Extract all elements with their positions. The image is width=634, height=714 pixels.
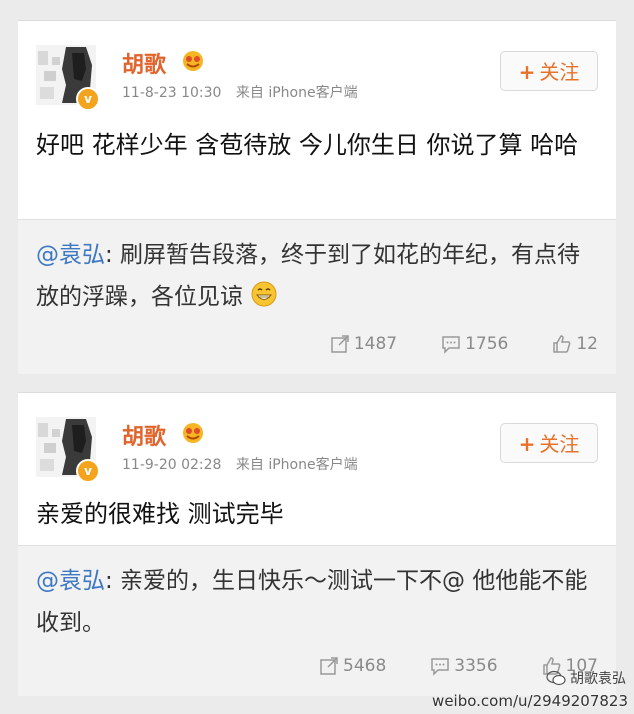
repost-action[interactable]: 5468 [319, 656, 386, 676]
repost-action[interactable]: 1487 [330, 334, 397, 354]
comment-icon [442, 336, 460, 354]
repost-text: @袁弘: 亲爱的，生日快乐～测试一下不@ 他他能不能收到。 [36, 560, 598, 644]
verified-badge-icon: v [76, 459, 100, 483]
weibo-post-2: v 胡歌 11-9-20 02:28 来自 iPhone客户端 + 关注 亲爱的很… [18, 392, 616, 696]
post-time: 11-8-23 10:30 [122, 85, 222, 101]
verified-badge-icon: v [76, 87, 100, 111]
comment-action[interactable]: 1756 [441, 334, 508, 354]
repost-icon [320, 657, 338, 675]
post-time: 11-9-20 02:28 [122, 457, 222, 473]
comment-count: 1756 [465, 334, 509, 354]
repost-body: : 亲爱的，生日快乐～测试一下不@ 他他能不能收到。 [36, 568, 588, 636]
action-bar: 1487 1756 12 [330, 334, 598, 354]
comment-count: 3356 [454, 656, 498, 676]
username[interactable]: 胡歌 [122, 419, 166, 451]
follow-button[interactable]: + 关注 [500, 423, 598, 463]
follow-button[interactable]: + 关注 [500, 51, 598, 91]
vip-badge-icon [183, 423, 203, 443]
like-action[interactable]: 12 [552, 334, 598, 354]
username[interactable]: 胡歌 [122, 47, 166, 79]
grin-emoji-icon [251, 281, 277, 307]
wechat-icon [546, 670, 566, 686]
repost-text: @袁弘: 刷屏暂告段落，终于到了如花的年纪，有点待放的浮躁，各位见谅 [36, 234, 598, 318]
post-meta: 11-9-20 02:28 来自 iPhone客户端 [122, 454, 358, 474]
weibo-post-1: v 胡歌 11-8-23 10:30 来自 iPhone客户端 + 关注 好吧 花… [18, 20, 616, 374]
repost-box[interactable]: @袁弘: 刷屏暂告段落，终于到了如花的年纪，有点待放的浮躁，各位见谅 1487 [18, 219, 616, 374]
post-text: 亲爱的很难找 测试完毕 [36, 500, 284, 528]
post-text: 好吧 花样少年 含苞待放 今儿你生日 你说了算 哈哈 [36, 131, 579, 159]
post-meta: 11-8-23 10:30 来自 iPhone客户端 [122, 82, 358, 102]
repost-box[interactable]: @袁弘: 亲爱的，生日快乐～测试一下不@ 他他能不能收到。 5468 3356 [18, 545, 616, 696]
comment-action[interactable]: 3356 [430, 656, 498, 676]
wechat-watermark-text: 胡歌袁弘 [570, 671, 626, 687]
follow-label: 关注 [539, 432, 580, 456]
plus-icon: + [518, 432, 536, 456]
plus-icon: + [518, 60, 536, 84]
vip-badge-icon [183, 51, 203, 71]
weibo-url-watermark: weibo.com/u/2949207823 [432, 692, 628, 710]
wechat-watermark: 胡歌袁弘 [546, 668, 626, 688]
post-source[interactable]: 来自 iPhone客户端 [236, 457, 358, 473]
repost-icon [331, 335, 349, 353]
like-count: 12 [576, 334, 598, 354]
avatar[interactable]: v [36, 417, 100, 483]
mention-link[interactable]: @袁弘 [36, 568, 105, 594]
follow-label: 关注 [539, 60, 580, 84]
post-source[interactable]: 来自 iPhone客户端 [236, 85, 358, 101]
comment-icon [431, 658, 450, 676]
thumbs-up-icon [553, 335, 571, 353]
repost-count: 1487 [353, 334, 398, 354]
avatar[interactable]: v [36, 45, 100, 111]
repost-body: : 刷屏暂告段落，终于到了如花的年纪，有点待放的浮躁，各位见谅 [36, 242, 581, 310]
repost-count: 5468 [343, 656, 387, 676]
mention-link[interactable]: @袁弘 [36, 242, 105, 268]
